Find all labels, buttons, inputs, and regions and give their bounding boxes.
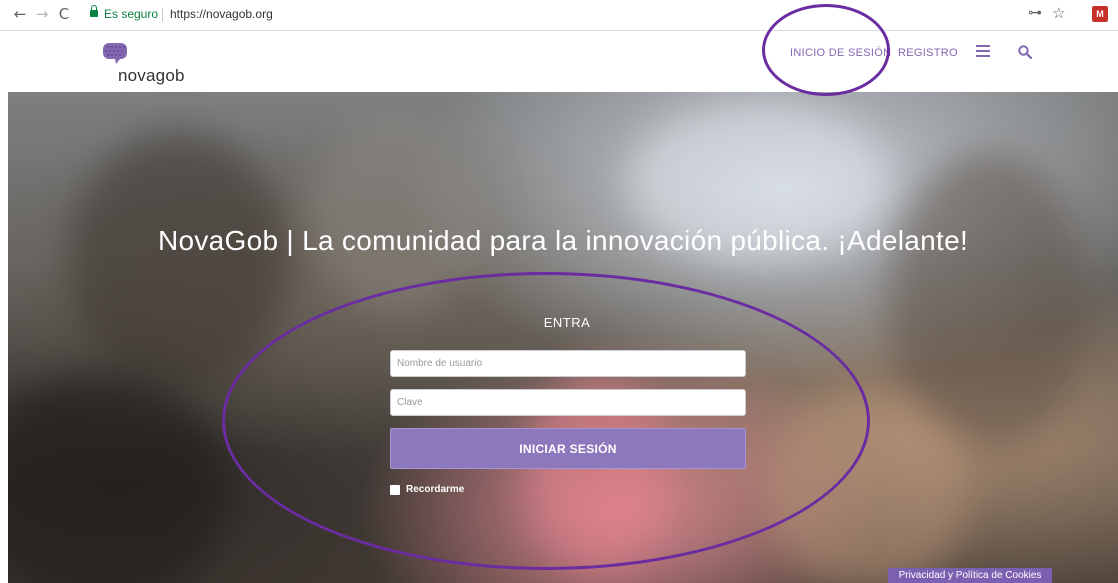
cookies-policy-link[interactable]: Privacidad y Política de Cookies: [888, 568, 1052, 583]
nav-login-link[interactable]: INICIO DE SESIÓN: [790, 47, 891, 59]
password-input[interactable]: [390, 389, 746, 416]
login-button[interactable]: INICIAR SESIÓN: [390, 428, 746, 469]
logo-text: novagob: [118, 66, 185, 85]
background-crowd-image: [68, 132, 288, 392]
reload-icon[interactable]: C: [55, 5, 73, 23]
hero-title: NovaGob | La comunidad para la innovació…: [157, 225, 969, 256]
login-form-title: ENTRA: [543, 315, 591, 330]
address-bar[interactable]: Es seguro https://novagob.org: [78, 3, 1108, 27]
forward-icon[interactable]: →: [33, 5, 51, 23]
secure-label: Es seguro: [104, 7, 159, 21]
site-logo[interactable]: novagob: [97, 43, 207, 87]
remember-label: Recordarme: [406, 484, 465, 495]
url-text[interactable]: https://novagob.org: [170, 7, 273, 21]
background-crowd-image-part: [8, 372, 228, 583]
username-input[interactable]: [390, 350, 746, 377]
hero-banner: NovaGob | La comunidad para la innovació…: [8, 92, 1118, 583]
remember-checkbox[interactable]: [390, 485, 400, 495]
star-icon[interactable]: ☆: [1052, 4, 1065, 22]
url-divider: [162, 8, 163, 22]
menu-icon[interactable]: [976, 45, 990, 57]
browser-toolbar: ← → C Es seguro https://novagob.org ⊶ ☆ …: [0, 0, 1118, 30]
nav-register-link[interactable]: REGISTRO: [898, 47, 958, 59]
extension-icon[interactable]: M: [1092, 6, 1108, 22]
background-crowd-image-part: [768, 392, 968, 583]
background-crowd-image-part: [308, 112, 488, 312]
search-icon[interactable]: [1018, 45, 1032, 59]
key-icon[interactable]: ⊶: [1028, 5, 1042, 21]
site-header: novagob INICIO DE SESIÓN REGISTRO: [0, 31, 1118, 92]
back-icon[interactable]: ←: [11, 5, 29, 23]
speech-bubble-icon: [103, 43, 127, 64]
lock-icon[interactable]: [90, 5, 98, 19]
